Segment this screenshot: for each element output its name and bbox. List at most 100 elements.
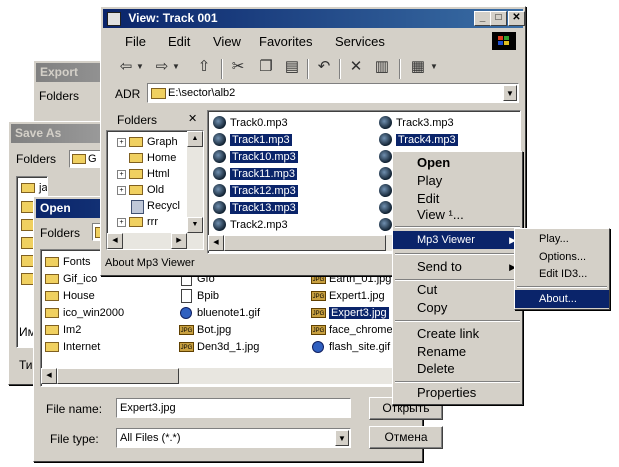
menu-item-delete[interactable]: Delete (393, 360, 522, 378)
expand-icon[interactable]: + (117, 218, 126, 227)
menu-item-play[interactable]: Play (393, 172, 522, 190)
delete-icon[interactable]: ✕ (345, 57, 367, 77)
list-item[interactable]: Im2 (45, 322, 81, 338)
list-item[interactable]: Internet (45, 339, 100, 355)
list-item[interactable]: Den3d_1.jpg (179, 339, 259, 355)
scroll-left-button[interactable]: ◀ (208, 235, 224, 251)
views-icon[interactable]: ▦ (407, 57, 429, 77)
scroll-thumb[interactable] (57, 368, 179, 384)
menu-favorites[interactable]: Favorites (259, 34, 312, 49)
menu-separator (395, 253, 520, 255)
scroll-right-button[interactable]: ▶ (171, 233, 187, 249)
list-item[interactable]: Track2.mp3 (212, 217, 288, 233)
list-item-selected[interactable]: Track10.mp3 (212, 149, 298, 165)
close-icon[interactable]: ✕ (188, 112, 197, 125)
scroll-left-button[interactable]: ◀ (107, 233, 123, 249)
list-item-selected[interactable]: Track11.mp3 (212, 166, 297, 182)
properties-icon[interactable]: ▥ (371, 57, 393, 77)
menu-services[interactable]: Services (335, 34, 385, 49)
expand-icon[interactable]: + (117, 138, 126, 147)
mp3-viewer-submenu: Play... Options... Edit ID3... About... (514, 228, 610, 310)
list-item[interactable]: jai (21, 180, 48, 196)
cut-icon[interactable]: ✂ (227, 57, 249, 77)
menu-item-send-to[interactable]: Send to ▶ (393, 258, 522, 276)
filename-input[interactable]: Expert3.jpg (116, 398, 351, 418)
menu-view[interactable]: View (213, 34, 241, 49)
tree-vscrollbar[interactable]: ▲ ▼ (187, 131, 203, 233)
tree-item[interactable]: Recycl (129, 198, 180, 214)
list-item[interactable]: Bpib (179, 288, 219, 304)
list-item[interactable]: bluenote1.gif (179, 305, 260, 321)
list-item-selected[interactable]: Track1.mp3 (212, 132, 292, 148)
menu-file[interactable]: File (125, 34, 146, 49)
folder-icon (151, 88, 166, 99)
paste-icon[interactable]: ▤ (281, 57, 303, 77)
menu-item-mp3-viewer[interactable]: Mp3 Viewer ▶ (393, 231, 522, 249)
app-icon (107, 11, 121, 26)
submenu-item-about[interactable]: About... (515, 290, 609, 308)
menu-item-properties[interactable]: Properties (393, 384, 522, 402)
list-item-selected[interactable]: Expert3.jpg (311, 305, 389, 321)
list-item[interactable]: Expert1.jpg (311, 288, 385, 304)
list-item[interactable]: face_chrome. (311, 322, 393, 338)
address-value: E:\sector\alb2 (168, 87, 236, 99)
open-hscrollbar[interactable]: ◀ (41, 368, 393, 384)
tree-item[interactable]: Graph (129, 134, 178, 150)
menu-item-open[interactable]: Open (393, 154, 522, 172)
scroll-down-button[interactable]: ▼ (187, 217, 203, 233)
chevron-down-icon[interactable]: ▼ (135, 57, 145, 77)
list-item[interactable]: House (45, 288, 95, 304)
submenu-item-options[interactable]: Options... (515, 248, 609, 266)
menu-item-rename[interactable]: Rename (393, 343, 522, 361)
list-item[interactable]: Track3.mp3 (378, 115, 454, 131)
chevron-down-icon[interactable]: ▼ (429, 57, 439, 77)
list-item[interactable]: ico_win2000 (45, 305, 124, 321)
cancel-button[interactable]: Отмена (369, 426, 443, 449)
submenu-item-edit-id3[interactable]: Edit ID3... (515, 265, 609, 283)
filename-label: File name: (46, 402, 103, 416)
up-folder-icon[interactable]: ⇧ (193, 57, 215, 77)
maximize-button[interactable]: □ (490, 11, 507, 26)
tree-item[interactable]: Home (129, 150, 176, 166)
list-item[interactable]: Track0.mp3 (212, 115, 288, 131)
item-label: Fonts (63, 256, 91, 268)
menu-item-create-link[interactable]: Create link (393, 325, 522, 343)
view-titlebar[interactable]: View: Track 001 (103, 9, 523, 28)
menu-item-view[interactable]: View ¹... (393, 206, 522, 224)
tree-hscrollbar[interactable]: ◀ ▶ (107, 233, 203, 249)
address-input[interactable]: E:\sector\alb2 ▼ (147, 83, 519, 103)
list-item-selected[interactable]: Track12.mp3 (212, 183, 298, 199)
scroll-thumb[interactable] (224, 235, 386, 251)
menu-edit[interactable]: Edit (168, 34, 190, 49)
forward-icon[interactable]: ⇨ (151, 57, 173, 77)
folder-tree[interactable]: Graph Home Html Old Recycl rrr + + + + ▲… (106, 130, 204, 250)
scroll-left-button[interactable]: ◀ (41, 368, 57, 384)
item-label: jai (39, 182, 48, 194)
list-item[interactable]: Fonts (45, 254, 91, 270)
expand-icon[interactable]: + (117, 186, 126, 195)
item-label: Track11.mp3 (230, 168, 297, 180)
tree-item[interactable]: rrr (129, 214, 158, 230)
list-item-selected[interactable]: Track13.mp3 (212, 200, 298, 216)
copy-icon[interactable]: ❐ (255, 57, 277, 77)
minimize-button[interactable]: _ (474, 11, 491, 26)
chevron-down-icon[interactable]: ▼ (335, 430, 349, 446)
list-item[interactable]: Bot.jpg (179, 322, 231, 338)
filetype-select[interactable]: All Files (*.*) ▼ (116, 428, 351, 448)
list-item-selected[interactable]: Track4.mp3 (378, 132, 458, 148)
scroll-up-button[interactable]: ▲ (187, 131, 203, 147)
tree-item[interactable]: Old (129, 182, 164, 198)
close-button[interactable]: ✕ (508, 11, 525, 26)
item-label: Im2 (63, 324, 82, 336)
menu-item-cut[interactable]: Cut (393, 281, 522, 299)
list-item[interactable]: Gif_ico (45, 271, 97, 287)
undo-icon[interactable]: ↶ (313, 57, 335, 77)
chevron-down-icon[interactable]: ▼ (503, 85, 517, 101)
menu-item-copy[interactable]: Copy (393, 299, 522, 317)
list-item[interactable]: flash_site.gif (311, 339, 390, 355)
back-icon[interactable]: ⇦ (115, 57, 137, 77)
submenu-item-play[interactable]: Play... (515, 230, 609, 248)
chevron-down-icon[interactable]: ▼ (171, 57, 181, 77)
tree-item[interactable]: Html (129, 166, 170, 182)
expand-icon[interactable]: + (117, 170, 126, 179)
